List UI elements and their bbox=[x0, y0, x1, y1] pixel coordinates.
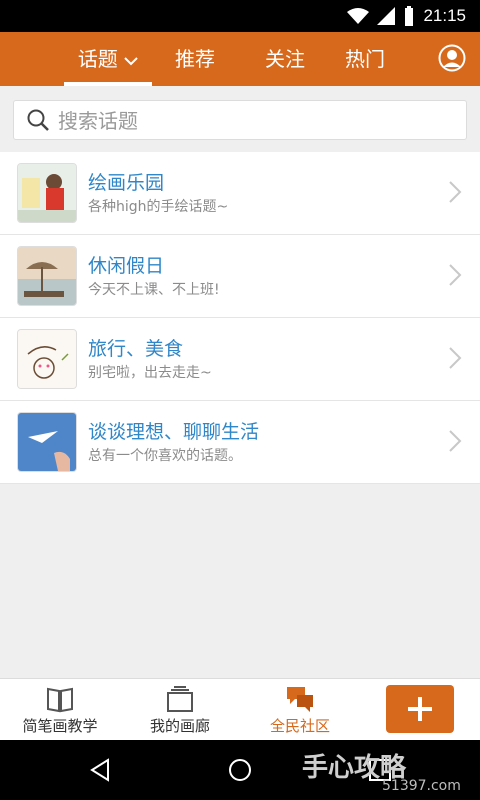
plus-icon-vertical bbox=[418, 697, 422, 721]
food-doodle-thumb bbox=[17, 329, 77, 389]
paper-plane-thumb bbox=[17, 412, 77, 472]
nav-tutorial[interactable]: 简笔画教学 bbox=[0, 679, 120, 741]
list-item[interactable]: 休闲假日 今天不上课、不上班! bbox=[0, 235, 480, 318]
wifi-icon bbox=[347, 8, 370, 24]
tab-follow[interactable]: 关注 bbox=[250, 32, 320, 86]
signal-icon bbox=[377, 7, 396, 25]
search-input[interactable] bbox=[56, 101, 460, 141]
back-icon[interactable] bbox=[86, 756, 114, 784]
clock: 21:15 bbox=[423, 6, 466, 25]
topic-title: 休闲假日 bbox=[88, 255, 165, 277]
home-icon[interactable] bbox=[226, 756, 254, 784]
tab-topics-label: 话题 bbox=[77, 47, 118, 71]
topic-title: 绘画乐园 bbox=[88, 172, 165, 194]
search-box[interactable] bbox=[13, 100, 467, 141]
chevron-right-icon bbox=[449, 264, 462, 286]
tab-recommend-label: 推荐 bbox=[175, 47, 215, 71]
bottom-nav: 简笔画教学 我的画廊 全民社区 bbox=[0, 678, 480, 741]
watermark-logo: 手心攻略 51397.com bbox=[302, 752, 461, 794]
painting-girl-thumb bbox=[17, 163, 77, 223]
topic-title: 谈谈理想、聊聊生活 bbox=[88, 421, 260, 443]
profile-icon[interactable] bbox=[438, 44, 466, 72]
status-bar: 21:15 bbox=[0, 0, 480, 32]
topic-desc: 别宅啦，出去走走~ bbox=[88, 365, 212, 381]
nav-gallery[interactable]: 我的画廊 bbox=[120, 679, 240, 741]
chevron-right-icon bbox=[449, 430, 462, 452]
topic-list: 绘画乐园 各种high的手绘话题~ 休闲假日 今天不上课、不上班! 旅行、美食 … bbox=[0, 152, 480, 484]
nav-tutorial-label: 简笔画教学 bbox=[22, 717, 98, 735]
battery-icon bbox=[405, 6, 414, 26]
topic-desc: 今天不上课、不上班! bbox=[88, 282, 220, 298]
nav-gallery-label: 我的画廊 bbox=[149, 717, 210, 735]
watermark-subtext: 51397.com bbox=[382, 778, 461, 794]
chat-bubbles-icon bbox=[287, 687, 313, 712]
chevron-right-icon bbox=[449, 181, 462, 203]
tab-hot-label: 热门 bbox=[345, 47, 385, 71]
chevron-down-icon bbox=[124, 56, 138, 65]
search-icon bbox=[27, 109, 49, 131]
system-nav-bar: 手心攻略 51397.com bbox=[0, 740, 480, 800]
topic-desc: 总有一个你喜欢的话题。 bbox=[88, 448, 242, 464]
tab-hot[interactable]: 热门 bbox=[330, 32, 400, 86]
topic-title: 旅行、美食 bbox=[88, 338, 184, 360]
status-icons: 21:15 bbox=[347, 0, 466, 32]
nav-community[interactable]: 全民社区 bbox=[240, 679, 360, 741]
search-area bbox=[0, 86, 480, 152]
chevron-right-icon bbox=[449, 347, 462, 369]
tab-follow-label: 关注 bbox=[265, 47, 305, 71]
top-header: 话题 推荐 关注 热门 bbox=[0, 32, 480, 86]
tab-topics[interactable]: 话题 bbox=[64, 32, 152, 86]
book-icon bbox=[47, 687, 73, 713]
topic-desc: 各种high的手绘话题~ bbox=[88, 199, 229, 215]
list-item[interactable]: 谈谈理想、聊聊生活 总有一个你喜欢的话题。 bbox=[0, 401, 480, 484]
beach-umbrella-thumb bbox=[17, 246, 77, 306]
add-button[interactable] bbox=[386, 685, 454, 733]
nav-community-label: 全民社区 bbox=[269, 717, 330, 735]
gallery-icon bbox=[167, 686, 193, 712]
list-item[interactable]: 绘画乐园 各种high的手绘话题~ bbox=[0, 152, 480, 235]
tab-recommend[interactable]: 推荐 bbox=[160, 32, 230, 86]
list-item[interactable]: 旅行、美食 别宅啦，出去走走~ bbox=[0, 318, 480, 401]
